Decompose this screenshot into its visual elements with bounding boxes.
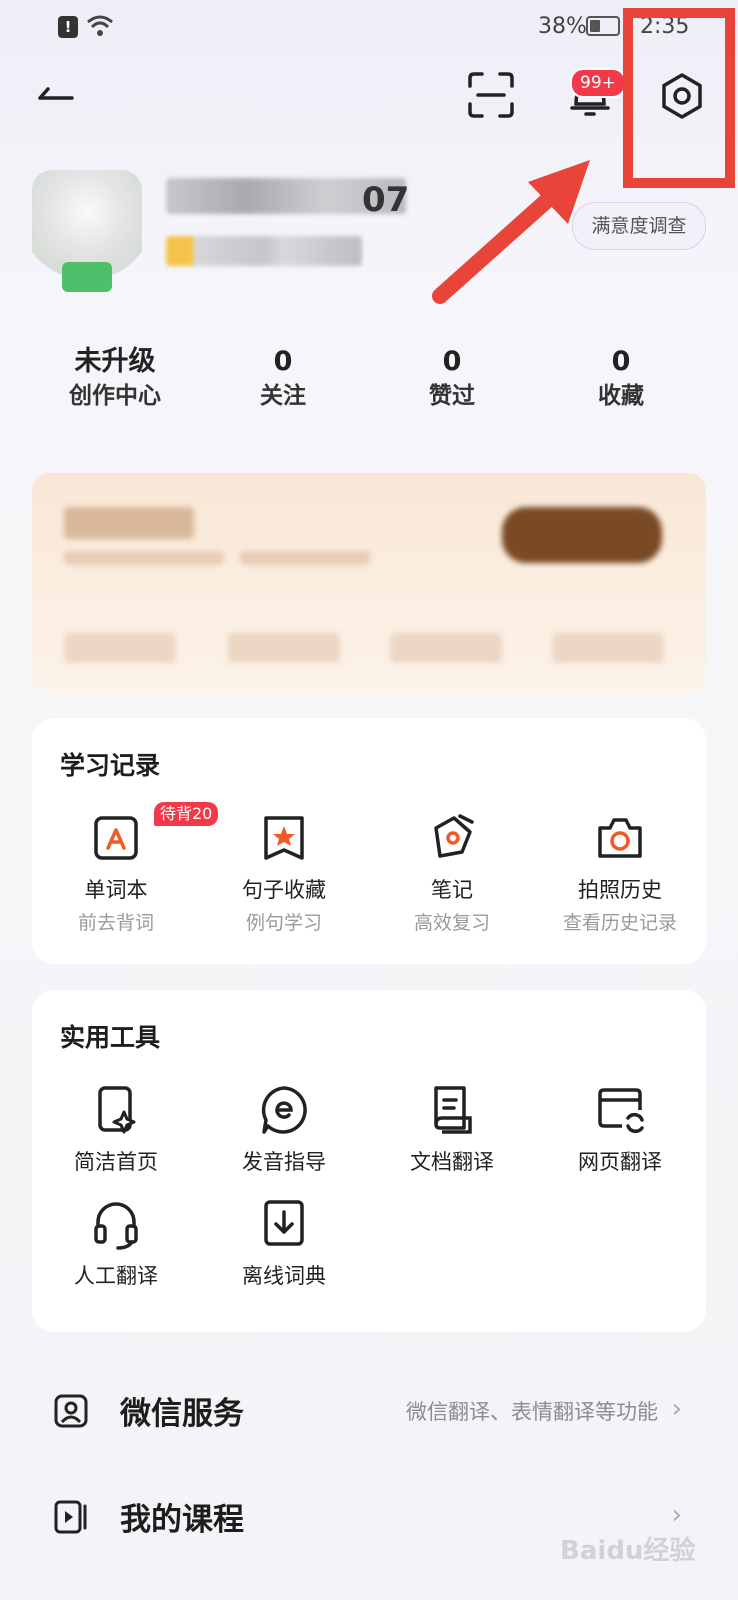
item-subtitle: 高效复习 xyxy=(413,912,490,934)
item-title: 拍照历史 xyxy=(578,878,662,902)
notification-badge: 99+ xyxy=(570,68,626,98)
survey-button[interactable]: 满意度调查 xyxy=(572,202,706,250)
item-title: 人工翻译 xyxy=(74,1264,158,1288)
wechat-service-row[interactable]: 微信服务 微信翻译、表情翻译等功能 › xyxy=(32,1366,706,1456)
stat-value: 未升级 xyxy=(74,346,156,377)
alert-icon: ! xyxy=(58,16,78,38)
chevron-right-icon: › xyxy=(671,1394,682,1424)
wechat-service-icon xyxy=(54,1394,88,1428)
stat-label: 赞过 xyxy=(429,383,475,409)
item-title: 网页翻译 xyxy=(578,1150,662,1174)
highlight-box xyxy=(623,8,735,188)
document-translate-item[interactable]: 文档翻译 xyxy=(368,1082,536,1176)
photo-history-item[interactable]: 拍照历史 查看历史记录 xyxy=(536,810,704,935)
item-title: 发音指导 xyxy=(242,1150,326,1174)
wordbook-icon xyxy=(88,810,144,866)
human-translate-item[interactable]: 人工翻译 xyxy=(32,1196,200,1290)
pronunciation-item[interactable]: 发音指导 xyxy=(200,1082,368,1176)
card-title: 实用工具 xyxy=(60,1023,161,1052)
study-records-card: 学习记录 待背20 单词本 前去背词 句子收藏 例句学习 笔记 高效复习 拍照历… xyxy=(32,718,706,964)
stat-value: 0 xyxy=(273,346,293,377)
offline-dictionary-item[interactable]: 离线词典 xyxy=(200,1196,368,1290)
stat-value: 0 xyxy=(442,346,462,377)
stat-label: 关注 xyxy=(260,383,306,409)
stat-label: 收藏 xyxy=(598,383,644,409)
web-translate-icon xyxy=(592,1082,648,1138)
item-subtitle: 例句学习 xyxy=(245,912,322,934)
simple-home-icon xyxy=(88,1082,144,1138)
tools-card: 实用工具 简洁首页 发音指导 文档翻译 网页翻译 人工翻译 离线词典 xyxy=(32,990,706,1332)
offline-dictionary-icon xyxy=(256,1196,312,1252)
wordbook-item[interactable]: 待背20 单词本 前去背词 xyxy=(32,802,219,935)
avatar-decoration xyxy=(62,262,112,292)
scan-icon[interactable] xyxy=(466,70,516,120)
stat-following[interactable]: 0 关注 xyxy=(208,345,358,413)
row-title: 我的课程 xyxy=(120,1502,244,1538)
web-translate-item[interactable]: 网页翻译 xyxy=(536,1082,704,1176)
stat-creator-center[interactable]: 未升级 创作中心 xyxy=(40,345,190,413)
watermark: Baidu经验 xyxy=(560,1536,696,1566)
item-title: 单词本 xyxy=(84,878,148,902)
headphones-icon xyxy=(88,1196,144,1252)
card-title: 学习记录 xyxy=(60,751,161,780)
stat-liked[interactable]: 0 赞过 xyxy=(377,345,527,413)
note-item[interactable]: 笔记 高效复习 xyxy=(368,810,536,935)
row-description: 微信翻译、表情翻译等功能 xyxy=(406,1400,658,1424)
document-translate-icon xyxy=(424,1082,480,1138)
item-title: 离线词典 xyxy=(242,1264,326,1288)
item-title: 笔记 xyxy=(431,878,473,902)
stat-label: 创作中心 xyxy=(69,383,161,409)
battery-icon xyxy=(586,16,620,36)
vip-card-blurred[interactable] xyxy=(32,473,706,693)
item-title: 文档翻译 xyxy=(410,1150,494,1174)
sentence-favorite-item[interactable]: 句子收藏 例句学习 xyxy=(200,810,368,935)
note-icon xyxy=(424,810,480,866)
stat-value: 0 xyxy=(611,346,631,377)
pronunciation-icon xyxy=(256,1082,312,1138)
item-title: 简洁首页 xyxy=(74,1150,158,1174)
course-icon xyxy=(54,1500,87,1534)
item-subtitle: 查看历史记录 xyxy=(562,912,677,934)
item-title: 句子收藏 xyxy=(242,878,326,902)
username-tail: 07 xyxy=(362,180,410,220)
sentence-favorite-icon xyxy=(256,810,312,866)
camera-icon xyxy=(592,810,648,866)
chevron-right-icon: › xyxy=(671,1500,682,1530)
wifi-icon xyxy=(87,15,113,36)
simple-home-item[interactable]: 简洁首页 xyxy=(32,1082,200,1176)
back-arrow-icon[interactable] xyxy=(34,76,78,120)
item-subtitle: 前去背词 xyxy=(77,912,154,934)
battery-percent: 38% xyxy=(538,14,587,39)
row-title: 微信服务 xyxy=(120,1396,244,1432)
user-level-blurred xyxy=(166,236,362,266)
stat-favorites[interactable]: 0 收藏 xyxy=(546,345,696,413)
